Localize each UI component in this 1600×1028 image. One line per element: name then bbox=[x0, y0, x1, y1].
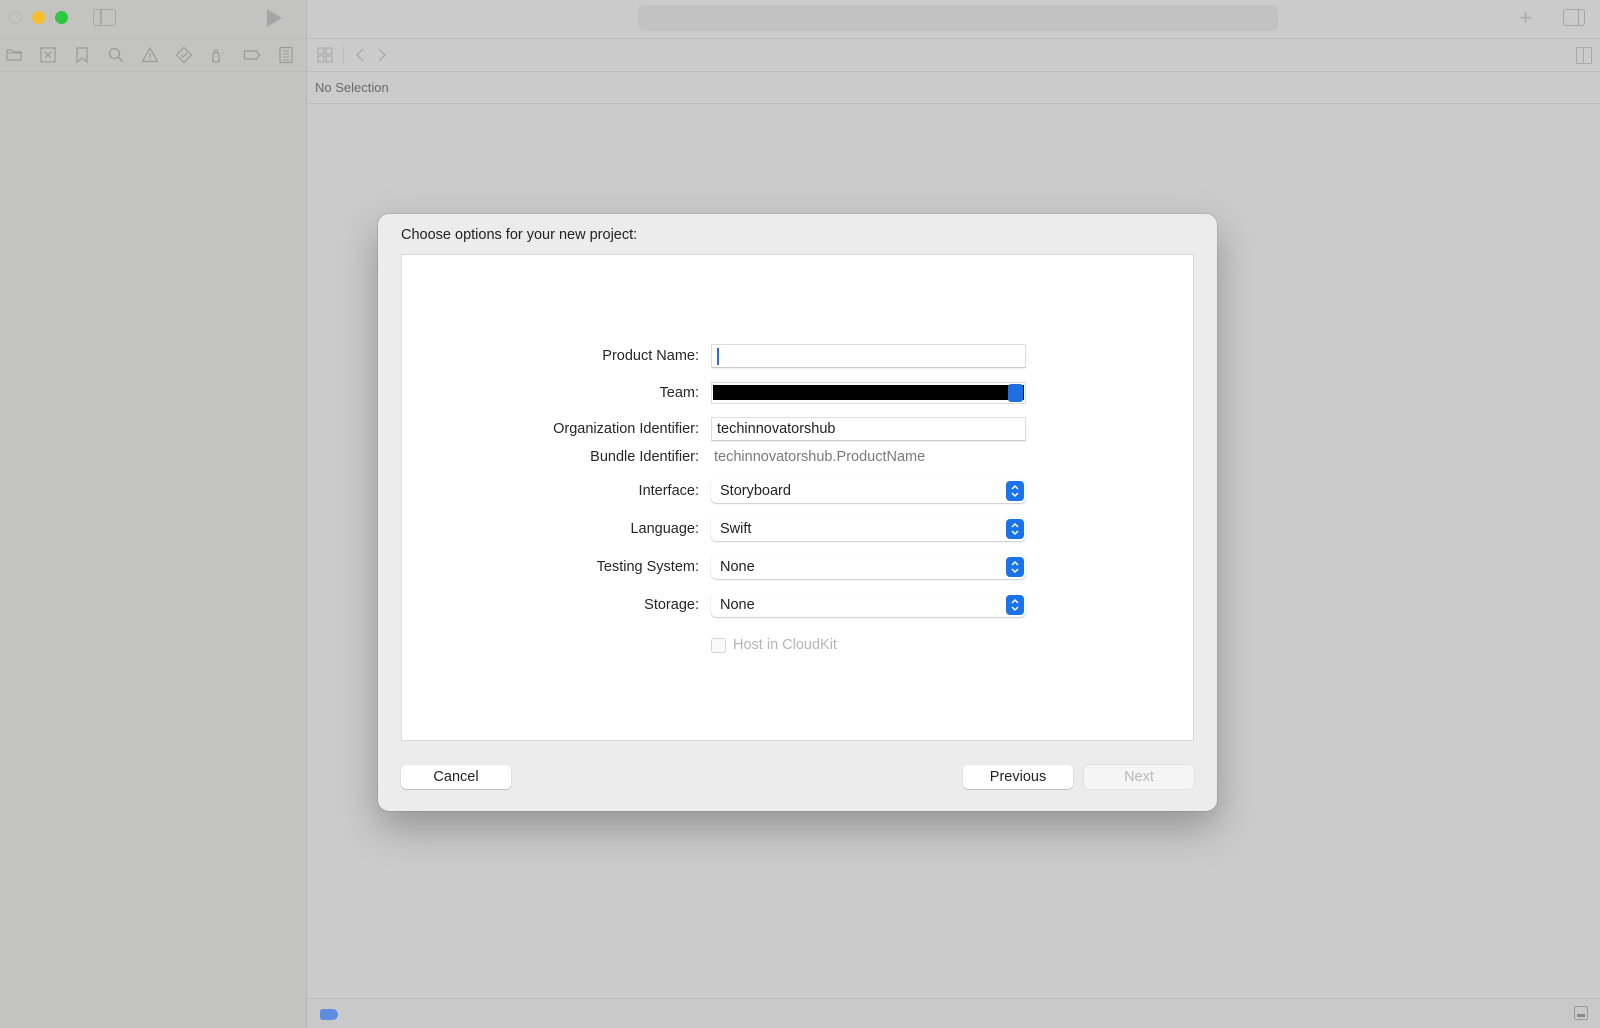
interface-label: Interface: bbox=[638, 483, 699, 499]
jump-bar: No Selection bbox=[307, 72, 1600, 104]
folder-icon[interactable] bbox=[4, 45, 24, 65]
breakpoint-icon[interactable] bbox=[242, 45, 262, 65]
team-label: Team: bbox=[659, 385, 700, 401]
search-icon[interactable] bbox=[106, 45, 126, 65]
previous-button[interactable]: Previous bbox=[963, 765, 1073, 789]
interface-row: Interface: Storyboard bbox=[402, 479, 1026, 503]
language-label: Language: bbox=[630, 521, 699, 537]
testing-system-popup[interactable]: None bbox=[711, 555, 1026, 579]
storage-row: Storage: None bbox=[402, 593, 1026, 617]
storage-label: Storage: bbox=[644, 597, 699, 613]
testing-system-row: Testing System: None bbox=[402, 555, 1026, 579]
updown-chevron-icon bbox=[1006, 557, 1024, 577]
product-name-field[interactable] bbox=[711, 344, 1026, 368]
maximize-window-button[interactable] bbox=[55, 11, 68, 24]
storage-popup[interactable]: None bbox=[711, 593, 1026, 617]
host-in-cloudkit-row: Host in CloudKit bbox=[711, 637, 837, 653]
close-window-button[interactable] bbox=[9, 11, 22, 24]
text-cursor bbox=[717, 347, 719, 365]
cancel-button[interactable]: Cancel bbox=[401, 765, 511, 789]
testing-system-label: Testing System: bbox=[596, 559, 699, 575]
editor-toolbar bbox=[307, 38, 1600, 72]
add-editor-icon[interactable] bbox=[1576, 47, 1592, 64]
team-row: Team: bbox=[402, 382, 1026, 404]
options-panel: Product Name: Team: Organization Identif… bbox=[401, 254, 1194, 741]
team-popup[interactable] bbox=[711, 382, 1026, 404]
interface-popup[interactable]: Storyboard bbox=[711, 479, 1026, 503]
console-toggle-icon[interactable] bbox=[1574, 1006, 1588, 1020]
new-project-dialog: Choose options for your new project: Pro… bbox=[378, 214, 1217, 811]
language-popup[interactable]: Swift bbox=[711, 517, 1026, 541]
debug-spray-icon[interactable] bbox=[208, 45, 228, 65]
back-chevron-icon[interactable] bbox=[354, 47, 366, 63]
toolbar-divider bbox=[343, 46, 344, 64]
add-library-icon[interactable]: + bbox=[1519, 7, 1532, 29]
next-button[interactable]: Next bbox=[1084, 765, 1194, 789]
organization-identifier-field[interactable]: techinnovatorshub bbox=[711, 417, 1026, 441]
dialog-title: Choose options for your new project: bbox=[401, 227, 638, 243]
minimize-window-button[interactable] bbox=[32, 11, 45, 24]
navigator-toolbar bbox=[0, 38, 306, 72]
bundle-identifier-label: Bundle Identifier: bbox=[590, 449, 699, 465]
product-name-row: Product Name: bbox=[402, 344, 1026, 368]
debug-statusbar bbox=[307, 998, 1600, 1028]
language-row: Language: Swift bbox=[402, 517, 1026, 541]
report-icon[interactable] bbox=[276, 45, 296, 65]
related-items-grid-icon[interactable] bbox=[317, 47, 333, 63]
team-redacted-value bbox=[713, 385, 1024, 400]
bundle-identifier-row: Bundle Identifier: techinnovatorshub.Pro… bbox=[402, 449, 925, 465]
host-in-cloudkit-checkbox[interactable] bbox=[711, 637, 726, 653]
window-titlebar bbox=[0, 0, 306, 38]
inspector-toggle-icon[interactable] bbox=[1563, 9, 1585, 26]
warning-icon[interactable] bbox=[140, 45, 160, 65]
host-in-cloudkit-label: Host in CloudKit bbox=[733, 637, 837, 653]
forward-chevron-icon[interactable] bbox=[376, 47, 388, 63]
activity-viewer bbox=[638, 5, 1278, 31]
updown-chevron-icon bbox=[1006, 519, 1024, 539]
organization-identifier-label: Organization Identifier: bbox=[553, 421, 699, 437]
updown-chevron-icon bbox=[1006, 595, 1024, 615]
bookmark-icon[interactable] bbox=[72, 45, 92, 65]
main-titlebar: + bbox=[307, 0, 1600, 38]
bundle-identifier-value: techinnovatorshub.ProductName bbox=[714, 449, 926, 465]
updown-chevron-icon bbox=[1006, 481, 1024, 501]
breakpoints-toggle-icon[interactable] bbox=[320, 1009, 338, 1020]
navigator-sidebar bbox=[0, 0, 307, 1028]
test-diamond-icon[interactable] bbox=[174, 45, 194, 65]
source-control-icon[interactable] bbox=[38, 45, 58, 65]
play-icon[interactable] bbox=[267, 9, 282, 27]
organization-identifier-row: Organization Identifier: techinnovatorsh… bbox=[402, 417, 1026, 441]
sidebar-toggle-icon[interactable] bbox=[93, 9, 116, 26]
jump-bar-text: No Selection bbox=[315, 80, 389, 95]
product-name-label: Product Name: bbox=[602, 348, 699, 364]
team-stepper-icon[interactable] bbox=[1008, 384, 1023, 402]
